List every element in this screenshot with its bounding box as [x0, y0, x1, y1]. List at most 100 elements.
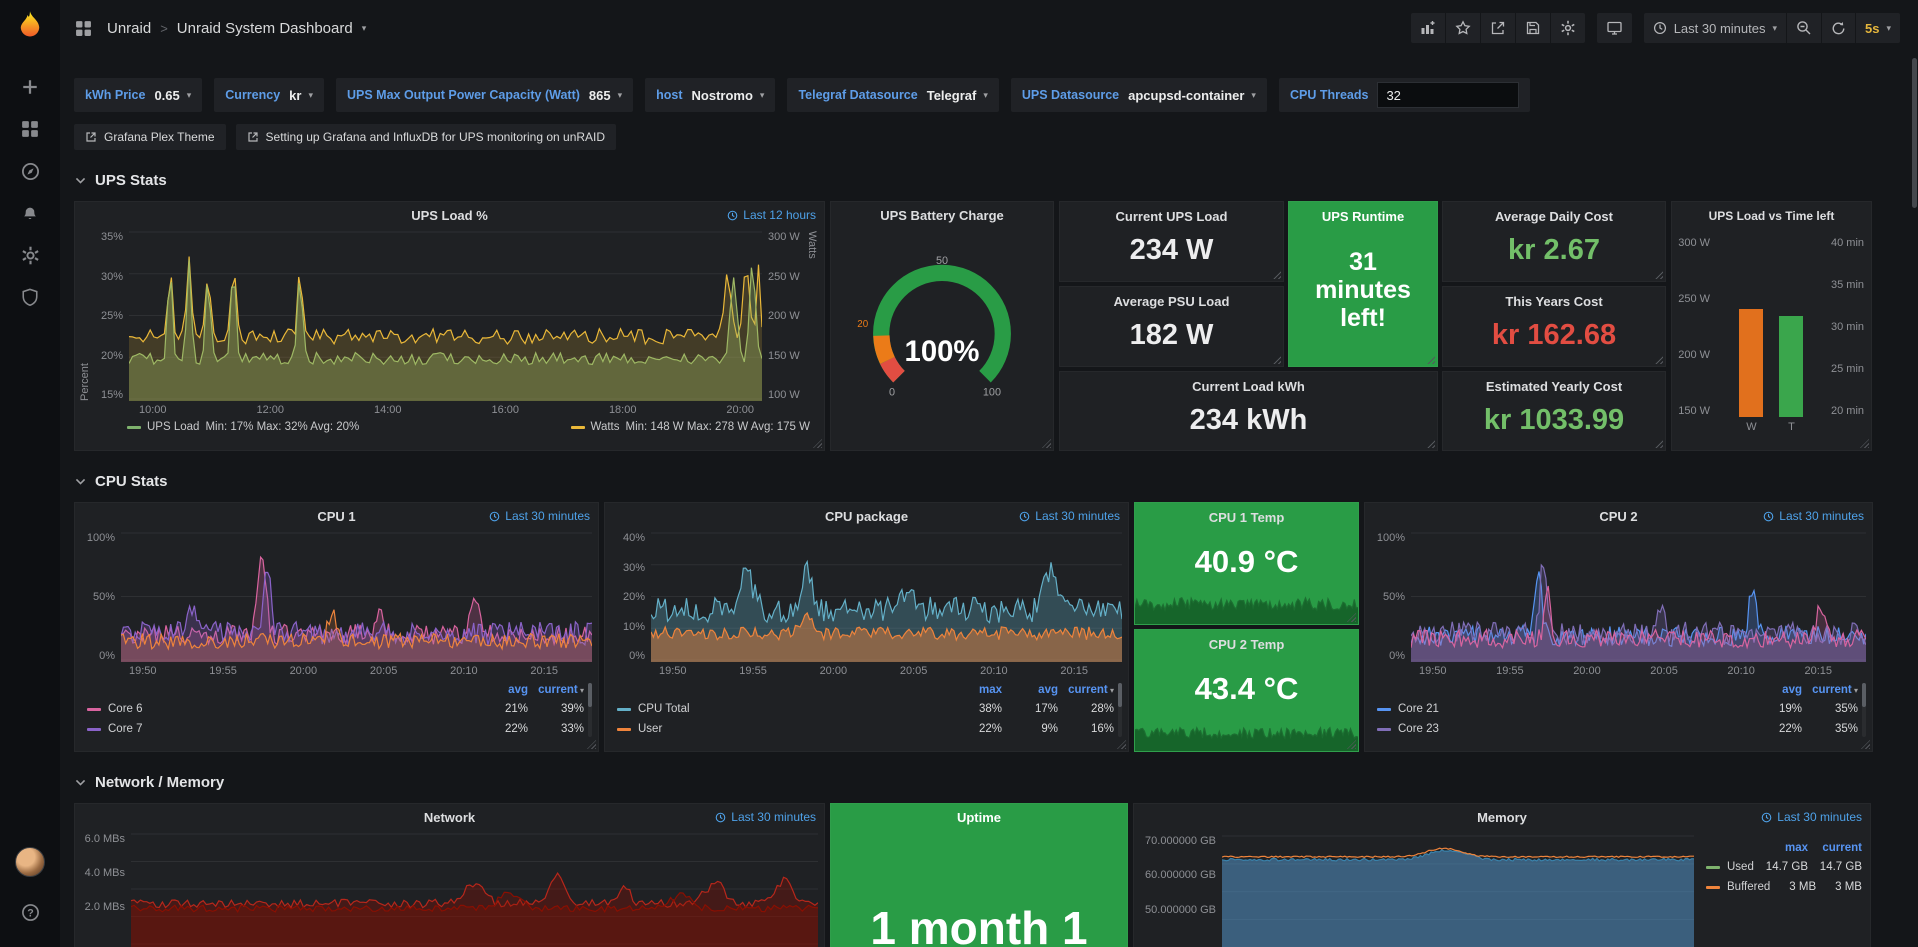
- legend-sort-current[interactable]: current ▾: [528, 684, 584, 696]
- panel-header[interactable]: CPU package Last 30 minutes: [605, 503, 1128, 530]
- variable-dropdown[interactable]: kr▾: [289, 88, 313, 103]
- legend-table: avg current ▾ Core 21 19% 35% Core 23 22…: [1377, 681, 1858, 739]
- user-avatar[interactable]: [15, 847, 45, 877]
- panel-uptime: Uptime 1 month 1: [830, 803, 1128, 947]
- zoom-out-button[interactable]: [1786, 13, 1821, 43]
- share-dashboard-button[interactable]: [1480, 13, 1515, 43]
- legend-item[interactable]: Core 21: [1377, 703, 1746, 715]
- legend-item[interactable]: Used: [1706, 861, 1754, 873]
- time-range-picker[interactable]: Last 30 minutes ▾: [1644, 13, 1786, 43]
- grafana-logo[interactable]: [15, 10, 45, 42]
- sidebar-item-help[interactable]: ?: [8, 893, 52, 931]
- tv-mode-button[interactable]: [1597, 13, 1632, 43]
- memory-chart[interactable]: [1222, 835, 1694, 947]
- panel-header[interactable]: Uptime: [831, 804, 1127, 831]
- x-tick: 20:10: [980, 665, 1008, 677]
- legend-item[interactable]: User: [617, 723, 946, 735]
- panel-header[interactable]: UPS Load vs Time left: [1672, 202, 1871, 229]
- clock-icon: [1761, 812, 1772, 823]
- panel-this-years-cost: This Years Cost kr 162.68: [1442, 286, 1666, 367]
- save-dashboard-button[interactable]: [1515, 13, 1550, 43]
- legend-item[interactable]: CPU Total: [617, 703, 946, 715]
- bars-area[interactable]: [1716, 237, 1825, 417]
- variable-dropdown[interactable]: apcupsd-container▾: [1128, 88, 1256, 103]
- x-tick: 20:15: [530, 665, 558, 677]
- variable-dropdown[interactable]: 0.65▾: [154, 88, 191, 103]
- link-grafana-plex-theme[interactable]: Grafana Plex Theme: [74, 124, 226, 150]
- star-dashboard-button[interactable]: [1445, 13, 1480, 43]
- network-chart[interactable]: [131, 833, 818, 947]
- panel-header[interactable]: CPU 1 Last 30 minutes: [75, 503, 598, 530]
- panel-cpu1: CPU 1 Last 30 minutes 100% 50% 0%: [74, 502, 599, 752]
- dashboard-settings-button[interactable]: [1550, 13, 1585, 43]
- cpu1-chart[interactable]: [121, 532, 592, 662]
- sidebar-item-dashboards[interactable]: [8, 110, 52, 148]
- variable-host: host Nostromo▾: [645, 78, 775, 112]
- series-marker: [1706, 866, 1720, 869]
- sidebar-item-alerting[interactable]: [8, 194, 52, 232]
- panel-header[interactable]: Network Last 30 minutes: [75, 804, 824, 831]
- legend-sort-avg[interactable]: avg: [1002, 684, 1058, 696]
- series-marker: [1377, 708, 1391, 711]
- series-marker: [617, 728, 631, 731]
- panel-header[interactable]: CPU 2 Last 30 minutes: [1365, 503, 1872, 530]
- panel-header[interactable]: UPS Battery Charge: [831, 202, 1053, 229]
- legend-item[interactable]: Core 7: [87, 723, 472, 735]
- apps-grid-button[interactable]: [68, 13, 98, 43]
- sidebar-item-configuration[interactable]: [8, 236, 52, 274]
- legend-sort-avg[interactable]: avg: [1746, 684, 1802, 696]
- cpu-package-chart[interactable]: [651, 532, 1122, 662]
- legend-sort-current[interactable]: current ▾: [1802, 684, 1858, 696]
- legend-scrollbar[interactable]: [1118, 683, 1122, 737]
- star-icon: [1455, 20, 1471, 36]
- variable-dropdown[interactable]: Telegraf▾: [927, 88, 988, 103]
- legend-sort-current[interactable]: current ▾: [1058, 684, 1114, 696]
- row-header-network-memory[interactable]: Network / Memory: [74, 774, 1904, 791]
- x-tick: 20:00: [820, 665, 848, 677]
- series-name: Watts: [591, 421, 620, 433]
- panel-header[interactable]: UPS Load % Last 12 hours: [75, 202, 824, 229]
- refresh-icon: [1831, 21, 1846, 36]
- y-axis-right: 40 min 35 min 30 min 25 min 20 min: [1825, 237, 1867, 417]
- legend-scrollbar[interactable]: [1862, 683, 1866, 737]
- sidebar-item-create[interactable]: [8, 68, 52, 106]
- panel-network: Network Last 30 minutes 6.0 MBs 4.0 MBs …: [74, 803, 825, 947]
- ups-load-chart[interactable]: [129, 231, 762, 401]
- legend-sort-current[interactable]: current: [1808, 842, 1862, 854]
- y-axis: 70.000000 GB 60.000000 GB 50.000000 GB: [1138, 835, 1222, 947]
- shield-icon: [21, 288, 39, 306]
- legend-item[interactable]: UPS Load Min: 17% Max: 32% Avg: 20%: [127, 421, 359, 433]
- legend-sort-avg[interactable]: avg: [472, 684, 528, 696]
- row-header-cpu-stats[interactable]: CPU Stats: [74, 473, 1904, 490]
- cpu-threads-input[interactable]: [1377, 82, 1519, 108]
- legend-sort-max[interactable]: max: [946, 684, 1002, 696]
- variable-dropdown[interactable]: 865▾: [589, 88, 622, 103]
- panel-header[interactable]: Memory Last 30 minutes: [1134, 804, 1870, 831]
- cpu2-chart[interactable]: [1411, 532, 1866, 662]
- sidebar-item-server-admin[interactable]: [8, 278, 52, 316]
- add-panel-button[interactable]: [1411, 13, 1445, 43]
- refresh-interval-picker[interactable]: 5s ▾: [1855, 13, 1900, 43]
- dashboard-title[interactable]: Unraid System Dashboard: [177, 20, 353, 37]
- variable-dropdown[interactable]: Nostromo▾: [692, 88, 765, 103]
- scrollbar-thumb[interactable]: [1912, 58, 1917, 208]
- variable-label: UPS Max Output Power Capacity (Watt): [347, 88, 580, 102]
- y-tick: 30 min: [1831, 321, 1864, 333]
- legend-item[interactable]: Core 6: [87, 703, 472, 715]
- share-icon: [1490, 20, 1506, 36]
- legend-sort-max[interactable]: max: [1754, 842, 1808, 854]
- page-scrollbar[interactable]: [1912, 58, 1917, 938]
- y-axis-left: 35% 30% 25% 20% 15%: [91, 231, 129, 401]
- legend-item[interactable]: Buffered: [1706, 881, 1770, 893]
- row-header-ups-stats[interactable]: UPS Stats: [74, 172, 1904, 189]
- breadcrumb-app[interactable]: Unraid: [107, 20, 151, 37]
- chevron-down-icon[interactable]: ▾: [362, 23, 367, 34]
- legend-scrollbar[interactable]: [588, 683, 592, 737]
- legend-item[interactable]: Core 23: [1377, 723, 1746, 735]
- panel-cpu-package: CPU package Last 30 minutes 40% 30% 20% …: [604, 502, 1129, 752]
- legend-item[interactable]: Watts Min: 148 W Max: 278 W Avg: 175 W: [571, 421, 810, 433]
- sidebar-item-explore[interactable]: [8, 152, 52, 190]
- refresh-button[interactable]: [1821, 13, 1855, 43]
- link-ups-monitoring-guide[interactable]: Setting up Grafana and InfluxDB for UPS …: [236, 124, 617, 150]
- legend-value: 28%: [1058, 703, 1114, 715]
